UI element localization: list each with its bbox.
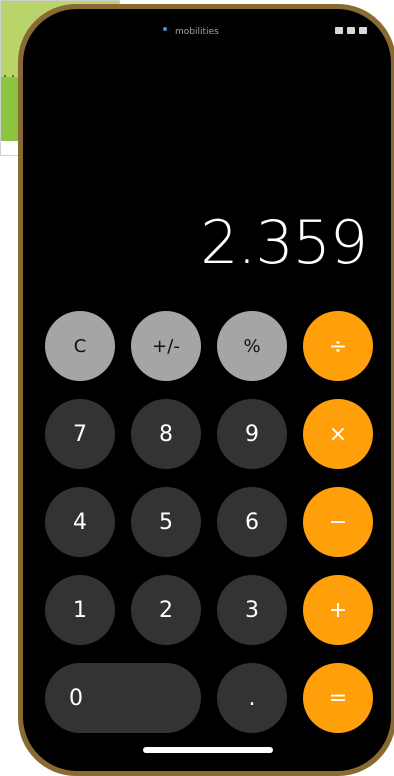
status-title: mobilities	[175, 27, 219, 37]
keypad-row: 4 5 6 −	[45, 487, 379, 557]
status-dot-icon	[163, 27, 167, 31]
home-indicator[interactable]	[143, 747, 273, 753]
calculator-display: 2.359	[200, 208, 368, 278]
scene: mobilities 2.359 C +/- % ÷ 7 8 9 × 4 5 6…	[0, 0, 394, 776]
digit-9-button[interactable]: 9	[217, 399, 287, 469]
digit-6-button[interactable]: 6	[217, 487, 287, 557]
digit-4-button[interactable]: 4	[45, 487, 115, 557]
keypad-row: 7 8 9 ×	[45, 399, 379, 469]
decimal-button[interactable]: .	[217, 663, 287, 733]
plus-minus-button[interactable]: +/-	[131, 311, 201, 381]
status-bar: mobilities	[93, 27, 367, 45]
clear-button[interactable]: C	[45, 311, 115, 381]
keypad-row: C +/- % ÷	[45, 311, 379, 381]
digit-0-button[interactable]: 0	[45, 663, 201, 733]
keypad-row: 1 2 3 +	[45, 575, 379, 645]
percent-button[interactable]: %	[217, 311, 287, 381]
add-button[interactable]: +	[303, 575, 373, 645]
digit-5-button[interactable]: 5	[131, 487, 201, 557]
keypad-row: 0 . =	[45, 663, 379, 733]
digit-8-button[interactable]: 8	[131, 399, 201, 469]
status-icons	[335, 27, 367, 34]
multiply-button[interactable]: ×	[303, 399, 373, 469]
battery-icon	[359, 27, 367, 34]
status-left	[163, 27, 167, 31]
digit-3-button[interactable]: 3	[217, 575, 287, 645]
phone-frame: mobilities 2.359 C +/- % ÷ 7 8 9 × 4 5 6…	[18, 4, 394, 776]
signal-icon	[335, 27, 343, 34]
digit-1-button[interactable]: 1	[45, 575, 115, 645]
phone-screen: mobilities 2.359 C +/- % ÷ 7 8 9 × 4 5 6…	[23, 9, 391, 771]
subtract-button[interactable]: −	[303, 487, 373, 557]
digit-7-button[interactable]: 7	[45, 399, 115, 469]
equals-button[interactable]: =	[303, 663, 373, 733]
divide-button[interactable]: ÷	[303, 311, 373, 381]
digit-2-button[interactable]: 2	[131, 575, 201, 645]
wifi-icon	[347, 27, 355, 34]
keypad: C +/- % ÷ 7 8 9 × 4 5 6 − 1 2 3 + 0 . =	[45, 311, 379, 751]
